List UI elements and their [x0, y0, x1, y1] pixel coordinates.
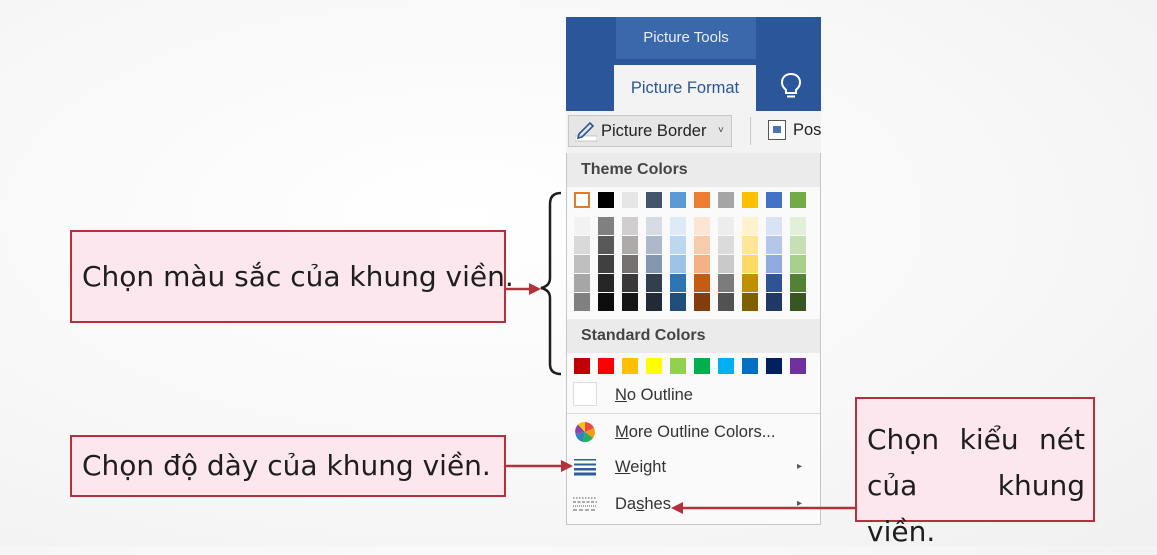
weight-arrow-head [561, 460, 573, 472]
color-bracket [540, 191, 562, 376]
dash-callout: Chọn kiểu nét của khung viền. [855, 397, 1095, 548]
weight-callout: Chọn độ dày của khung viền. [70, 435, 506, 497]
color-callout: Chọn màu sắc của khung viền. [70, 230, 514, 323]
color-arrow-head [529, 283, 541, 295]
dash-callout-line2: của khung viền. [867, 469, 1085, 548]
dash-arrow-head [671, 502, 683, 514]
dash-callout-line1: Chọn kiểu nét [867, 423, 1085, 456]
